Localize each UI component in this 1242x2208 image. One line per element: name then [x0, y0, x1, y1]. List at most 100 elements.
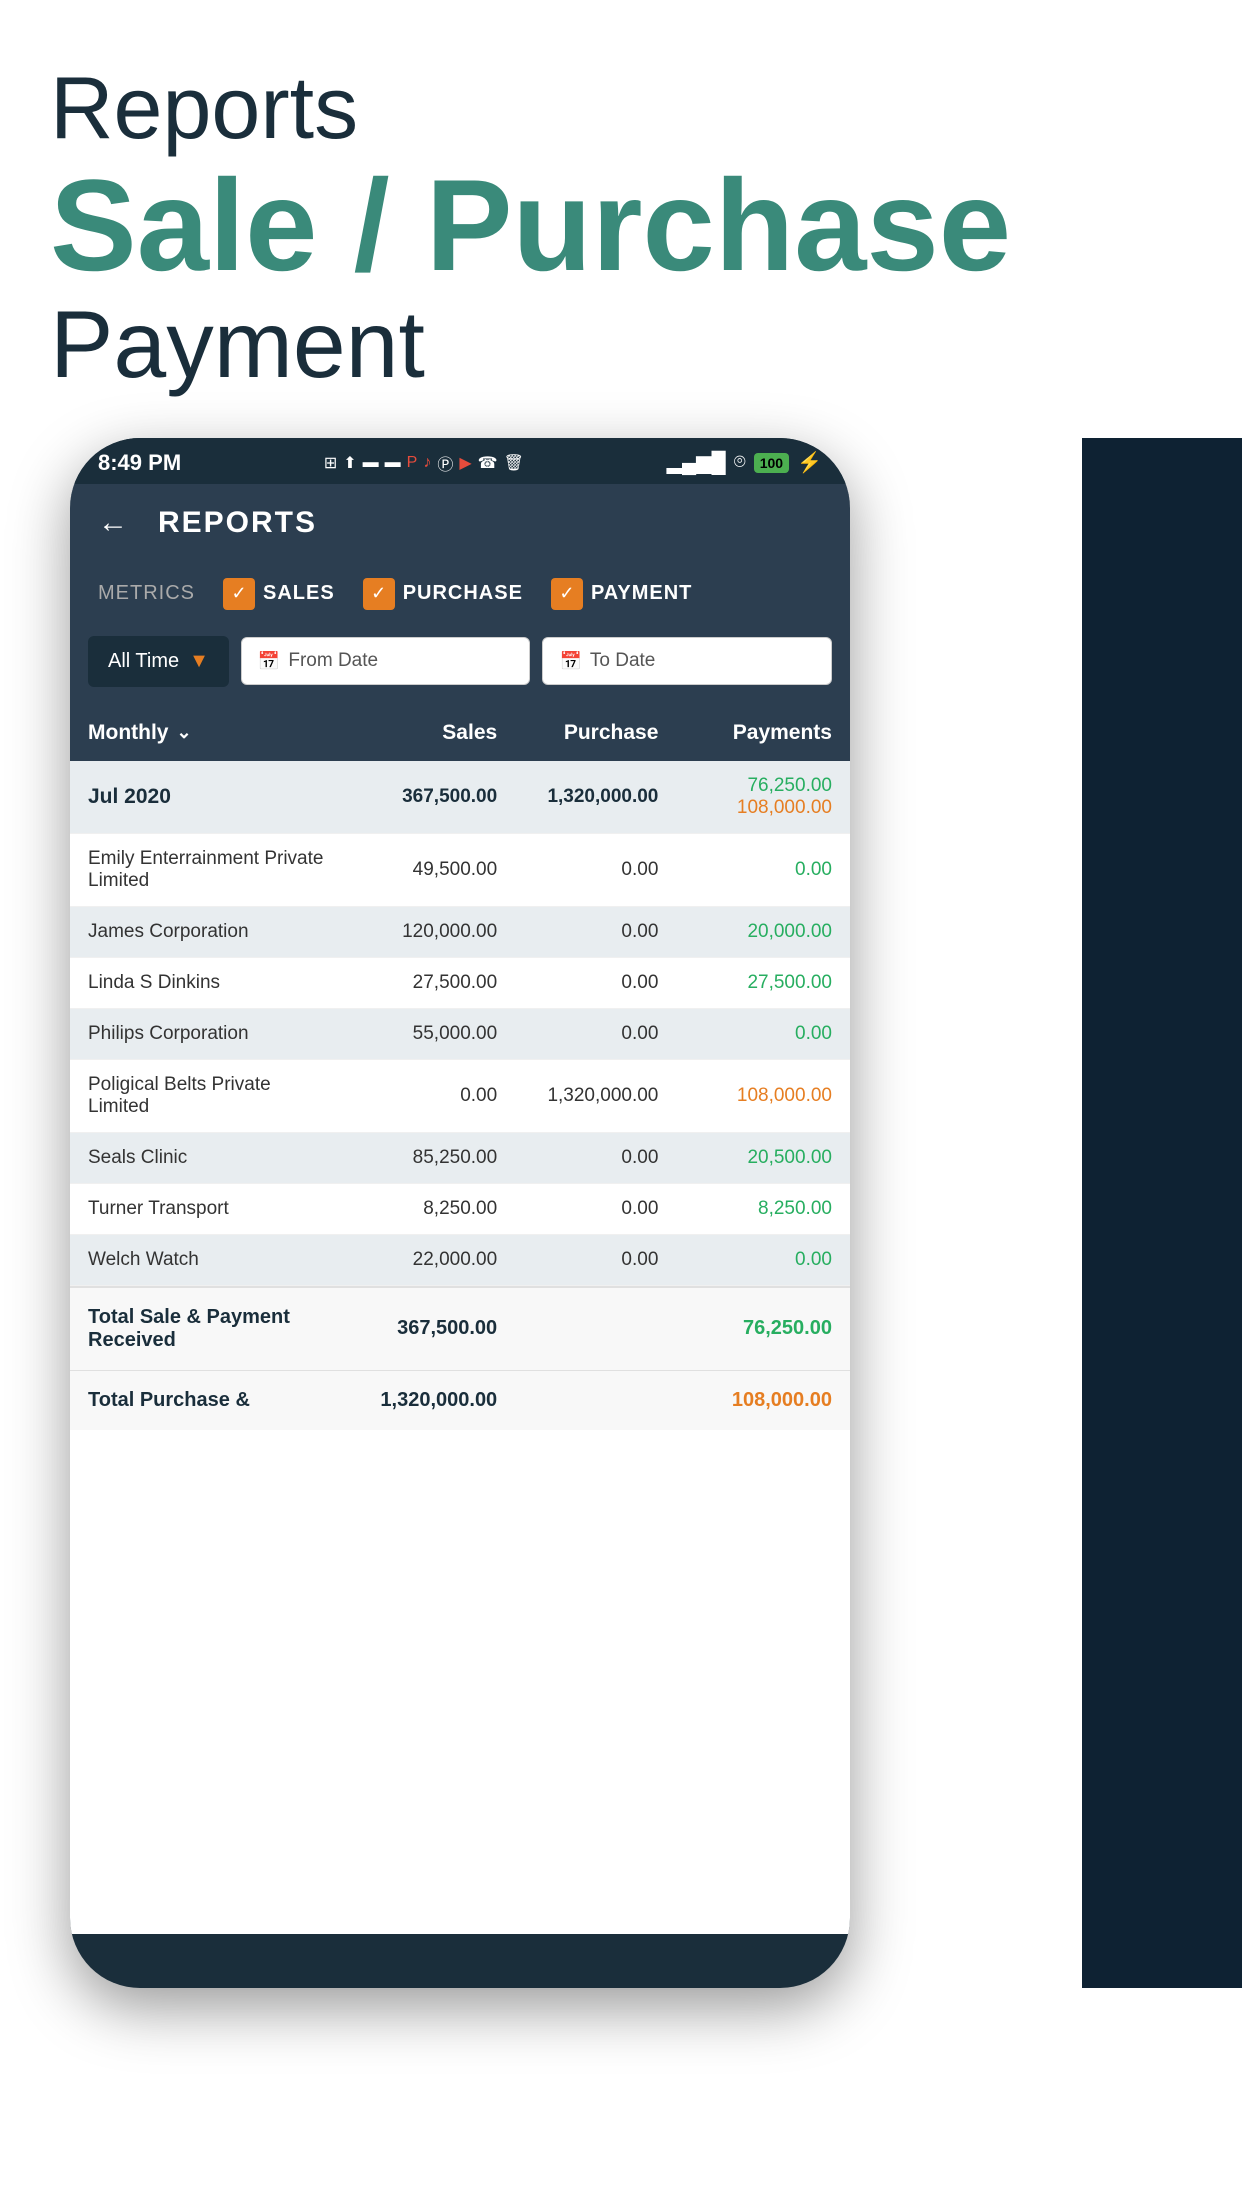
to-date-label: To Date — [590, 650, 655, 672]
signal-icon: ▂▄▆█ — [667, 450, 726, 475]
chevron-down-icon: ⌄ — [176, 722, 191, 743]
status-bar: 8:49 PM ⊞ ⬆ ▬ ▬ P ♪ Ⓟ ▶ ☎ 🗑 ▂▄▆█ ⌾ 100 ⚡ — [70, 438, 850, 484]
phone-icon: ☎ — [478, 453, 498, 473]
row-sales: 27,500.00 — [336, 972, 497, 994]
header-purchase: Purchase — [497, 721, 658, 745]
bolt-icon: ⚡ — [797, 450, 822, 475]
total-sale-payment: 76,250.00 — [658, 1317, 832, 1340]
purchase-checkbox[interactable]: ✓ — [363, 578, 395, 610]
total-row-sale: Total Sale & Payment Received 367,500.00… — [70, 1286, 850, 1370]
header-monthly[interactable]: Monthly ⌄ — [88, 721, 336, 745]
sales-checkbox[interactable]: ✓ — [223, 578, 255, 610]
total-purchase-sales: 1,320,000.00 — [336, 1389, 497, 1412]
total-sale-label: Total Sale & Payment Received — [88, 1306, 336, 1352]
table-row: Welch Watch 22,000.00 0.00 0.00 — [70, 1235, 850, 1286]
header-sales: Sales — [336, 721, 497, 745]
status-time: 8:49 PM — [98, 450, 181, 476]
bars-icon1: ▬ — [363, 454, 379, 472]
row-name: Welch Watch — [88, 1249, 336, 1271]
row-payment: 20,500.00 — [658, 1147, 832, 1169]
hero-sale-purchase-label: Sale / Purchase — [50, 157, 1192, 294]
tiktok-icon: ♪ — [423, 454, 431, 472]
all-time-button[interactable]: All Time ▼ — [88, 636, 229, 687]
upload-icon: ⬆ — [343, 453, 356, 473]
app-screen: ← REPORTS METRICS ✓ SALES ✓ PURCHASE ✓ P… — [70, 484, 850, 1934]
calendar-icon-from: 📅 — [258, 651, 280, 672]
row-payment: 0.00 — [658, 1249, 832, 1271]
from-date-label: From Date — [288, 650, 378, 672]
row-sales: 22,000.00 — [336, 1249, 497, 1271]
metric-purchase[interactable]: ✓ PURCHASE — [363, 578, 523, 610]
table-row: Linda S Dinkins 27,500.00 0.00 27,500.00 — [70, 958, 850, 1009]
row-payment: 20,000.00 — [658, 921, 832, 943]
row-purchase: 0.00 — [497, 1198, 658, 1220]
table-row: Turner Transport 8,250.00 0.00 8,250.00 — [70, 1184, 850, 1235]
back-button[interactable]: ← — [98, 506, 128, 540]
battery-badge: 100 — [754, 453, 789, 473]
hero-section: Reports Sale / Purchase Payment — [0, 0, 1242, 438]
filter-icon: ▼ — [189, 650, 209, 673]
table-row: James Corporation 120,000.00 0.00 20,000… — [70, 907, 850, 958]
app-header: ← REPORTS — [70, 484, 850, 562]
row-sales: 85,250.00 — [336, 1147, 497, 1169]
metric-sales[interactable]: ✓ SALES — [223, 578, 335, 610]
row-payment-orange: 108,000.00 — [737, 797, 832, 819]
from-date-button[interactable]: 📅 From Date — [241, 637, 531, 685]
status-icons: ⊞ ⬆ ▬ ▬ P ♪ Ⓟ ▶ ☎ 🗑 — [324, 451, 524, 475]
row-payment: 0.00 — [658, 1023, 832, 1045]
row-name: Emily Enterrainment Private Limited — [88, 848, 336, 892]
table-row: Jul 2020 367,500.00 1,320,000.00 76,250.… — [70, 761, 850, 834]
row-period: Jul 2020 — [88, 785, 336, 809]
total-purchase-payment: 108,000.00 — [658, 1389, 832, 1412]
bars-icon2: ▬ — [385, 454, 401, 472]
row-payment: 0.00 — [658, 859, 832, 881]
row-purchase: 1,320,000.00 — [497, 786, 658, 808]
reports-table: Monthly ⌄ Sales Purchase Payments Jul 20… — [70, 705, 850, 1430]
filter-row: All Time ▼ 📅 From Date 📅 To Date — [70, 626, 850, 705]
to-date-button[interactable]: 📅 To Date — [542, 637, 832, 685]
row-payment: 108,000.00 — [658, 1085, 832, 1107]
row-purchase: 0.00 — [497, 1249, 658, 1271]
table-row: Emily Enterrainment Private Limited 49,5… — [70, 834, 850, 907]
total-row-purchase: Total Purchase & 1,320,000.00 108,000.00 — [70, 1370, 850, 1430]
metrics-row: METRICS ✓ SALES ✓ PURCHASE ✓ PAYMENT — [70, 562, 850, 626]
p-icon: P — [407, 454, 418, 472]
row-name: Linda S Dinkins — [88, 972, 336, 994]
table-row: Poligical Belts Private Limited 0.00 1,3… — [70, 1060, 850, 1133]
row-payment: 8,250.00 — [658, 1198, 832, 1220]
row-name: Philips Corporation — [88, 1023, 336, 1045]
youtube-icon: ▶ — [459, 453, 471, 473]
row-sales: 49,500.00 — [336, 859, 497, 881]
trash-icon: 🗑 — [504, 453, 524, 473]
row-sales: 120,000.00 — [336, 921, 497, 943]
row-purchase: 0.00 — [497, 859, 658, 881]
table-row: Philips Corporation 55,000.00 0.00 0.00 — [70, 1009, 850, 1060]
row-name: Seals Clinic — [88, 1147, 336, 1169]
row-purchase: 0.00 — [497, 1023, 658, 1045]
total-purchase-label: Total Purchase & — [88, 1389, 336, 1412]
purchase-label: PURCHASE — [403, 582, 523, 605]
row-purchase: 1,320,000.00 — [497, 1085, 658, 1107]
status-right: ▂▄▆█ ⌾ 100 ⚡ — [667, 450, 822, 475]
payment-checkbox[interactable]: ✓ — [551, 578, 583, 610]
all-time-label: All Time — [108, 650, 179, 673]
row-sales: 0.00 — [336, 1085, 497, 1107]
row-name: Poligical Belts Private Limited — [88, 1074, 336, 1118]
metrics-label: METRICS — [98, 582, 195, 605]
wifi-icon: ⌾ — [734, 451, 746, 474]
app-title: REPORTS — [158, 506, 317, 540]
metric-payment[interactable]: ✓ PAYMENT — [551, 578, 692, 610]
row-payment: 27,500.00 — [658, 972, 832, 994]
row-name: Turner Transport — [88, 1198, 336, 1220]
row-purchase: 0.00 — [497, 921, 658, 943]
hero-reports-label: Reports — [50, 60, 1192, 157]
total-sale-sales: 367,500.00 — [336, 1317, 497, 1340]
sales-label: SALES — [263, 582, 335, 605]
row-payment-green: 76,250.00 — [747, 775, 832, 797]
notification-icon: ⊞ — [324, 453, 337, 473]
payment-label: PAYMENT — [591, 582, 692, 605]
header-payments: Payments — [658, 721, 832, 745]
row-purchase: 0.00 — [497, 1147, 658, 1169]
p2-icon: Ⓟ — [437, 451, 453, 475]
row-sales: 55,000.00 — [336, 1023, 497, 1045]
